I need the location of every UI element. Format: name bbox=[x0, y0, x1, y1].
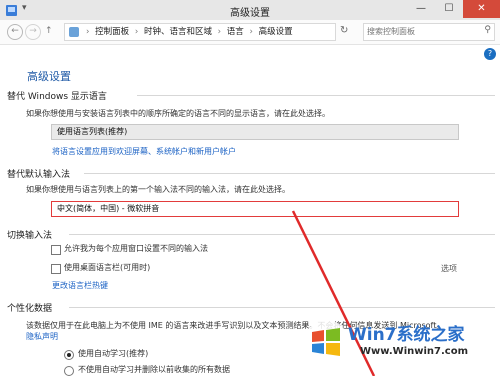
change-hotkeys-link[interactable]: 更改语言栏热键 bbox=[52, 280, 108, 291]
language-bar-options-link[interactable]: 选项 bbox=[441, 263, 457, 274]
auto-learning-radio[interactable] bbox=[64, 350, 74, 360]
chevron-down-icon: ⌄ bbox=[57, 127, 64, 136]
watermark-url: Www.Winwin7.com bbox=[360, 346, 469, 357]
search-input[interactable] bbox=[367, 25, 477, 38]
no-auto-learning-label: 不使用自动学习并删除以前收集的所有数据 bbox=[78, 365, 230, 374]
display-language-select[interactable]: 使用语言列表(推荐) ⌄ bbox=[51, 124, 459, 140]
up-button[interactable]: ↑ bbox=[45, 26, 53, 36]
section-divider bbox=[69, 307, 495, 308]
control-panel-icon bbox=[69, 27, 79, 37]
forward-button[interactable]: → bbox=[25, 24, 41, 40]
switching-heading: 切换输入法 bbox=[7, 231, 53, 241]
breadcrumb-advanced-settings[interactable]: 高级设置 bbox=[259, 27, 293, 37]
close-button[interactable]: ✕ bbox=[463, 0, 500, 18]
chevron-down-icon: ⌄ bbox=[57, 204, 64, 213]
per-app-input-checkbox[interactable] bbox=[51, 245, 61, 255]
breadcrumb-language[interactable]: 语言 bbox=[227, 27, 244, 37]
address-bar[interactable]: › 控制面板 › 时钟、语言和区域 › 语言 › 高级设置 bbox=[64, 23, 336, 41]
back-button[interactable]: ← bbox=[7, 24, 23, 40]
apply-language-settings-link[interactable]: 将语言设置应用到欢迎屏幕、系统帐户和新用户帐户 bbox=[52, 146, 236, 157]
refresh-icon[interactable]: ↻ bbox=[340, 25, 348, 36]
display-language-heading: 替代 Windows 显示语言 bbox=[7, 92, 107, 102]
search-box[interactable]: ⚲ bbox=[363, 23, 495, 41]
input-method-heading: 替代默认输入法 bbox=[7, 170, 71, 180]
chevron-right-icon: › bbox=[134, 27, 139, 37]
input-method-description: 如果你想使用与语言列表上的第一个输入法不同的输入法，请在此处选择。 bbox=[26, 185, 290, 194]
search-icon[interactable]: ⚲ bbox=[484, 25, 491, 35]
breadcrumb-control-panel[interactable]: 控制面板 bbox=[95, 27, 129, 37]
section-divider bbox=[69, 234, 495, 235]
breadcrumb: › 控制面板 › 时钟、语言和区域 › 语言 › 高级设置 bbox=[83, 24, 293, 40]
breadcrumb-clock-language-region[interactable]: 时钟、语言和区域 bbox=[144, 27, 212, 37]
windows-logo-icon bbox=[304, 320, 348, 364]
chevron-right-icon: › bbox=[86, 27, 90, 37]
display-language-description: 如果你想使用与安装语言列表中的顺序所确定的语言不同的显示语言，请在此处选择。 bbox=[26, 109, 330, 118]
maximize-button[interactable]: ☐ bbox=[436, 0, 462, 18]
section-divider bbox=[137, 95, 495, 96]
section-divider bbox=[84, 173, 495, 174]
title-bar: ▾ 高级设置 — ☐ ✕ bbox=[0, 0, 500, 21]
no-auto-learning-radio[interactable] bbox=[64, 366, 74, 376]
privacy-statement-link[interactable]: 隐私声明 bbox=[26, 331, 58, 342]
page-title: 高级设置 bbox=[27, 70, 71, 83]
control-panel-window: ▾ 高级设置 — ☐ ✕ ← → ↑ › 控制面板 › 时钟、语言和区域 › 语… bbox=[0, 0, 500, 376]
input-method-select[interactable]: 中文(简体，中国) - 微软拼音 ⌄ bbox=[51, 201, 459, 217]
chevron-right-icon: › bbox=[249, 27, 253, 37]
auto-learning-label: 使用自动学习(推荐) bbox=[78, 349, 149, 358]
navigation-bar: ← → ↑ › 控制面板 › 时钟、语言和区域 › 语言 › 高级设置 ↻ ⚲ bbox=[0, 20, 500, 45]
chevron-right-icon: › bbox=[217, 27, 222, 37]
desktop-language-bar-label: 使用桌面语言栏(可用时) bbox=[64, 263, 151, 272]
personalization-heading: 个性化数据 bbox=[7, 304, 53, 314]
watermark-brand: Win7系统之家 bbox=[348, 325, 465, 345]
minimize-button[interactable]: — bbox=[408, 0, 434, 18]
desktop-language-bar-checkbox[interactable] bbox=[51, 264, 61, 274]
per-app-input-label: 允许我为每个应用窗口设置不同的输入法 bbox=[64, 244, 208, 253]
